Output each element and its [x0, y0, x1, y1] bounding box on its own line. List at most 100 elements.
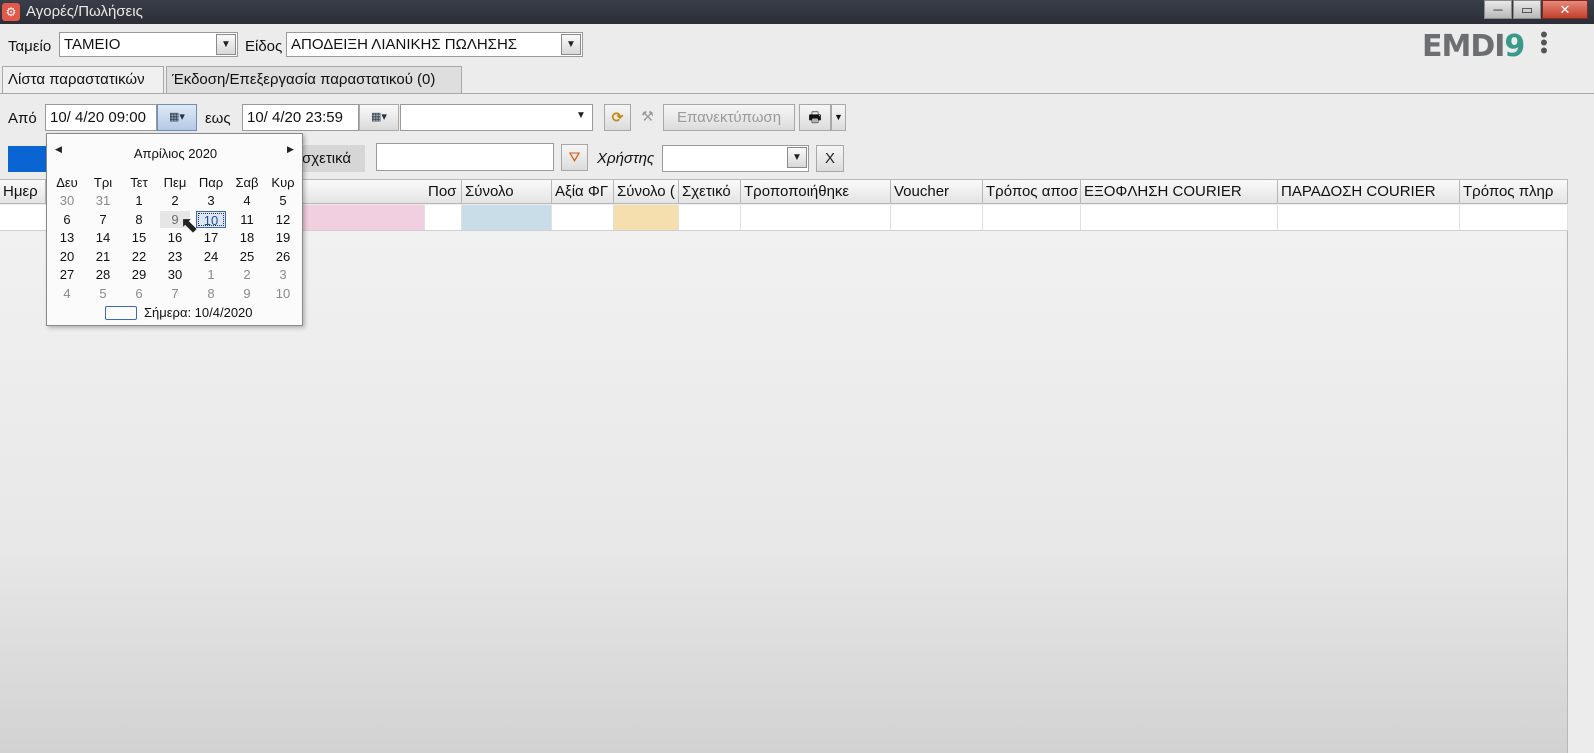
- to-date-field[interactable]: 10/ 4/20 23:59: [242, 104, 359, 131]
- grid-cell[interactable]: [1460, 205, 1568, 230]
- calendar-day[interactable]: 11: [232, 211, 262, 228]
- today-button[interactable]: Σήμερα: 10/4/2020: [144, 305, 253, 320]
- grid-cell[interactable]: [679, 205, 741, 230]
- minimize-button[interactable]: ─: [1484, 0, 1512, 19]
- weekday-header: Δευ: [56, 175, 78, 190]
- grid-cell[interactable]: [1081, 205, 1278, 230]
- from-date-field[interactable]: 10/ 4/20 09:00: [45, 104, 157, 131]
- grid-cell[interactable]: [983, 205, 1081, 230]
- calendar-day[interactable]: 13: [52, 229, 82, 246]
- calendar-day[interactable]: 1: [124, 192, 154, 209]
- clear-filter-button[interactable]: ⛛: [561, 144, 588, 171]
- calendar-day[interactable]: 19: [268, 229, 298, 246]
- chevron-down-icon[interactable]: ▼: [571, 106, 591, 127]
- from-calendar-button[interactable]: ▦▾: [157, 104, 197, 131]
- calendar-day[interactable]: 30: [52, 192, 82, 209]
- calendar-day[interactable]: 27: [52, 266, 82, 283]
- col-header-total[interactable]: Σύνολο: [462, 180, 552, 204]
- calendar-day[interactable]: 4: [232, 192, 262, 209]
- col-header-related[interactable]: Σχετικό: [679, 180, 741, 204]
- col-header-modified[interactable]: Τροποποιήθηκε: [741, 180, 891, 204]
- tab-document-edit[interactable]: Έκδοση/Επεξεργασία παραστατικού (0): [166, 66, 462, 93]
- calendar-day[interactable]: 6: [52, 211, 82, 228]
- type-select[interactable]: ΑΠΟΔΕΙΞΗ ΛΙΑΝΙΚΗΣ ΠΩΛΗΣΗΣ ▼: [286, 32, 583, 57]
- user-select[interactable]: ▼: [662, 145, 809, 172]
- calendar-day[interactable]: 14: [88, 229, 118, 246]
- calendar-day[interactable]: 6: [124, 285, 154, 302]
- col-header-vat-value[interactable]: Αξία ΦΓ: [552, 180, 614, 204]
- calendar-day[interactable]: 29: [124, 266, 154, 283]
- calendar-day[interactable]: 9: [232, 285, 262, 302]
- calendar-day[interactable]: 25: [232, 248, 262, 265]
- grid-cell[interactable]: [891, 205, 983, 230]
- calendar-day[interactable]: 12: [268, 211, 298, 228]
- clear-user-button[interactable]: X: [816, 145, 844, 172]
- weekday-header: Σαβ: [235, 175, 259, 190]
- calendar-day[interactable]: 30: [160, 266, 190, 283]
- col-header-courier-delivery[interactable]: ΠΑΡΑΔΟΣΗ COURIER: [1278, 180, 1460, 204]
- user-label: Χρήστης: [597, 150, 655, 167]
- col-header-payment-method[interactable]: Τρόπος πληρ: [1460, 180, 1568, 204]
- calendar-day[interactable]: 21: [88, 248, 118, 265]
- calendar-day[interactable]: 24: [196, 248, 226, 265]
- chevron-down-icon[interactable]: ▼: [561, 34, 581, 55]
- col-header-courier-payment[interactable]: ΕΞΟΦΛΗΣΗ COURIER: [1081, 180, 1278, 204]
- calendar-day[interactable]: 10: [268, 285, 298, 302]
- calendar-day[interactable]: 22: [124, 248, 154, 265]
- col-header-dispatch-method[interactable]: Τρόπος αποσ: [983, 180, 1081, 204]
- print-dropdown-button[interactable]: ▼: [831, 104, 846, 131]
- calendar-day[interactable]: 18: [232, 229, 262, 246]
- calendar-day[interactable]: 7: [88, 211, 118, 228]
- from-label: Από: [8, 110, 37, 127]
- calendar-day[interactable]: 5: [88, 285, 118, 302]
- calendar-day[interactable]: 20: [52, 248, 82, 265]
- calendar-day[interactable]: 4: [52, 285, 82, 302]
- calendar-day[interactable]: 2: [160, 192, 190, 209]
- chevron-down-icon[interactable]: ▼: [216, 34, 236, 55]
- calendar-day[interactable]: 5: [268, 192, 298, 209]
- chevron-down-icon[interactable]: ▼: [787, 147, 807, 168]
- restore-button[interactable]: ▭: [1513, 0, 1541, 19]
- calendar-day[interactable]: 1: [196, 266, 226, 283]
- calendar-day[interactable]: 17: [196, 229, 226, 246]
- grid-cell[interactable]: [425, 205, 462, 230]
- calendar-day[interactable]: 31: [88, 192, 118, 209]
- search-input[interactable]: [376, 143, 554, 171]
- tab-document-list[interactable]: Λίστα παραστατικών: [2, 66, 164, 94]
- calendar-day[interactable]: 28: [88, 266, 118, 283]
- calendar-day[interactable]: 15: [124, 229, 154, 246]
- col-header-date[interactable]: Ημερ: [0, 180, 46, 204]
- grid-cell[interactable]: [1278, 205, 1460, 230]
- calendar-day[interactable]: 3: [268, 266, 298, 283]
- refresh-button[interactable]: ⟳: [604, 104, 631, 131]
- grid-cell[interactable]: [552, 205, 614, 230]
- tab-divider: [0, 93, 1594, 94]
- calendar-day[interactable]: 7: [160, 285, 190, 302]
- more-menu-icon[interactable]: • • •: [1540, 24, 1548, 62]
- calendar-day[interactable]: 8: [196, 285, 226, 302]
- selection-bar[interactable]: [8, 146, 50, 172]
- filter-select[interactable]: ▼: [400, 104, 593, 131]
- print-button[interactable]: 🖶: [799, 104, 831, 131]
- cashbox-select[interactable]: ΤΑΜΕΙΟ ▼: [59, 32, 238, 57]
- calendar-day[interactable]: 23: [160, 248, 190, 265]
- close-button[interactable]: ✕: [1542, 0, 1588, 19]
- calendar-day[interactable]: 2: [232, 266, 262, 283]
- next-month-icon[interactable]: ▶: [287, 144, 294, 155]
- to-calendar-button[interactable]: ▦▾: [359, 104, 399, 131]
- grid-cell[interactable]: [741, 205, 891, 230]
- col-header-total-2[interactable]: Σύνολο (: [614, 180, 679, 204]
- today-marker: [105, 306, 137, 320]
- wand-button[interactable]: ⚒: [634, 104, 661, 131]
- col-header-voucher[interactable]: Voucher: [891, 180, 983, 204]
- grid-cell[interactable]: [614, 205, 679, 230]
- calendar-day[interactable]: 8: [124, 211, 154, 228]
- reprint-button[interactable]: Επανεκτύπωση: [663, 104, 795, 131]
- calendar-day[interactable]: 26: [268, 248, 298, 265]
- grid-cell[interactable]: [462, 205, 552, 230]
- related-button[interactable]: σχετικά: [300, 145, 365, 172]
- calendar-day[interactable]: 10: [196, 210, 226, 228]
- col-header-qty[interactable]: Ποσ: [425, 180, 462, 204]
- calendar-day[interactable]: 3: [196, 192, 226, 209]
- window-controls: ─ ▭ ✕: [1483, 0, 1588, 20]
